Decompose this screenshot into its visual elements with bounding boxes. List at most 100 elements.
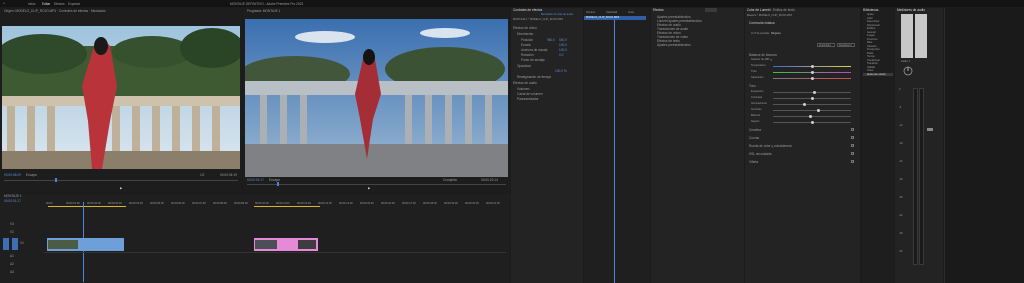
effect-property: Anchura de escala xyxy=(521,48,548,52)
volume-fader[interactable] xyxy=(927,128,933,131)
whites-slider[interactable] xyxy=(773,115,851,118)
reset-button[interactable]: Restablecer xyxy=(837,43,855,47)
effect-section[interactable]: Volumen xyxy=(517,87,529,91)
db-label: -42 xyxy=(899,214,903,217)
lumetri-section[interactable]: Curvas xyxy=(749,136,759,140)
home-icon[interactable]: ⌂ xyxy=(3,1,5,5)
section-enable-checkbox[interactable] xyxy=(851,136,854,139)
effect-section[interactable]: Movimiento xyxy=(517,32,533,36)
pan-knob-icon[interactable] xyxy=(903,66,913,76)
temperature-slider[interactable] xyxy=(773,65,851,68)
lumetri-panel: Color de Lumetri Estilos de texto Maestr… xyxy=(745,8,860,283)
effect-controls-tab[interactable]: Controles de efectos xyxy=(513,8,542,12)
source-quality-select[interactable]: 1/2 xyxy=(200,173,204,177)
project-item-selected[interactable]: MODELO_CLIP_ROJO.MP4 xyxy=(584,16,646,20)
timeline-timecode[interactable]: 00:00:01:17 xyxy=(4,199,21,203)
effect-section[interactable]: Reasignación de tiempo xyxy=(517,75,551,79)
effect-value[interactable]: 960,0 xyxy=(547,38,555,42)
effect-value[interactable]: 540,0 xyxy=(559,38,567,42)
effect-property: Escala xyxy=(521,43,531,47)
tint-label: Tinte xyxy=(751,70,757,73)
track-target-a1[interactable] xyxy=(12,238,18,250)
menu-inicio[interactable]: Inicio xyxy=(28,2,35,6)
section-enable-checkbox[interactable] xyxy=(851,128,854,131)
video-clip[interactable] xyxy=(47,238,124,251)
lumetri-section[interactable]: Viñeta xyxy=(749,160,758,164)
effect-section[interactable]: Canal de volumen xyxy=(517,92,543,96)
program-quality-select[interactable]: Completa xyxy=(443,178,457,182)
program-timecode-in[interactable]: 00:00:01:17 xyxy=(247,178,264,182)
program-monitor-tab[interactable]: Programa: MONTAJE 1 xyxy=(247,9,280,13)
saturation-slider[interactable] xyxy=(773,77,851,80)
auto-button[interactable]: Automático xyxy=(817,43,835,47)
effect-value[interactable]: 100,0 xyxy=(559,43,567,47)
work-area-bar[interactable] xyxy=(254,206,320,207)
exposure-slider[interactable] xyxy=(773,91,851,94)
contrast-slider[interactable] xyxy=(773,97,851,100)
audio-thumbnail xyxy=(915,14,927,58)
section-enable-checkbox[interactable] xyxy=(851,144,854,147)
audio-mixer-tab[interactable]: Mezclador de clips de audio xyxy=(541,13,573,17)
program-timecode-out: 00:00:22:14 xyxy=(481,178,498,182)
ruler-label: 00:00:05:00 xyxy=(150,202,164,205)
input-lut-label: LUT de entrada xyxy=(751,32,769,35)
lumetri-section-basic[interactable]: Corrección básica xyxy=(749,21,775,25)
ruler-label: 00:00:15:00 xyxy=(360,202,374,205)
effect-section[interactable]: Panoramizador xyxy=(517,97,539,101)
source-scrubber[interactable] xyxy=(4,180,238,181)
title-bar: ⌂ Inicio Editar Efectos Exportar MONTAJE… xyxy=(0,0,1024,7)
program-scrubber[interactable] xyxy=(247,184,506,185)
lumetri-section[interactable]: HSL secundaria xyxy=(749,152,772,156)
project-column[interactable]: Nombre xyxy=(586,11,595,15)
program-play-icon[interactable]: ▶ xyxy=(368,186,370,190)
project-column[interactable]: Inicio xyxy=(628,11,634,15)
source-playhead[interactable] xyxy=(55,178,57,182)
clip-thumbnail xyxy=(255,240,277,249)
db-label: -36 xyxy=(899,196,903,199)
db-label: -18 xyxy=(899,142,903,145)
text-styles-tab[interactable]: Estilos de texto xyxy=(773,8,795,12)
highlights-slider[interactable] xyxy=(773,103,851,106)
menu-efectos[interactable]: Efectos xyxy=(54,2,65,6)
lumetri-tab[interactable]: Color de Lumetri xyxy=(747,8,771,12)
menu-exportar[interactable]: Exportar xyxy=(68,2,80,6)
effect-section: Efectos de audio xyxy=(513,81,537,85)
program-playhead[interactable] xyxy=(277,182,279,186)
lumetri-clip-name: Maestro * MODELO_CLIP_ROJO.MP4 xyxy=(747,14,792,17)
section-enable-checkbox[interactable] xyxy=(851,152,854,155)
shadows-slider[interactable] xyxy=(773,109,851,112)
timeline-tab[interactable]: MONTAJE 1 xyxy=(4,194,22,198)
effect-section[interactable]: Opacidad xyxy=(517,64,531,68)
input-lut-select[interactable]: Ninguna xyxy=(771,32,781,36)
lumetri-section[interactable]: Rueda de color y coincidencia xyxy=(749,144,792,148)
tint-slider[interactable] xyxy=(773,71,851,74)
lumetri-section[interactable]: Creativa xyxy=(749,128,761,132)
library-tab[interactable]: Bibliotecas xyxy=(863,8,878,12)
project-column[interactable]: Velocidad xyxy=(606,11,617,15)
timeline-ruler[interactable]: 00:00 00:00:01:00 00:00:02:00 00:00:03:0… xyxy=(44,202,506,208)
blacks-slider[interactable] xyxy=(773,121,851,124)
project-divider xyxy=(614,20,615,283)
source-fit-select[interactable]: Encajar xyxy=(26,173,37,177)
source-timecode-in[interactable]: 00:00:08:09 xyxy=(4,173,21,177)
tone-label: Tono xyxy=(749,84,756,88)
audio-meters-tab[interactable]: Medidores de audio xyxy=(897,8,925,12)
track-target-v1[interactable] xyxy=(3,238,9,250)
db-label: -6 xyxy=(899,106,902,109)
eyedropper-icon[interactable]: ✎ xyxy=(770,58,773,62)
menu-editar[interactable]: Editar xyxy=(42,2,50,6)
effect-value[interactable]: 0,0 xyxy=(559,53,563,57)
library-item-selected[interactable]: Ajuste de Lumetri xyxy=(863,72,893,76)
effect-value[interactable]: 100,0 % xyxy=(555,69,567,73)
temperature-label: Temperatura xyxy=(751,64,766,67)
play-icon[interactable]: ▶ xyxy=(120,186,122,190)
project-panel: Nombre Velocidad Inicio MODELO_CLIP_ROJO… xyxy=(584,8,650,283)
effects-search-input[interactable] xyxy=(705,8,717,12)
work-area-bar[interactable] xyxy=(48,206,126,207)
effect-value[interactable]: 100,0 xyxy=(559,48,567,52)
source-monitor-tab[interactable]: Origen: MODELO_CLIP_ROJO.MP4 · Controles… xyxy=(4,9,106,13)
effects-tab[interactable]: Efectos xyxy=(653,8,664,12)
section-enable-checkbox[interactable] xyxy=(851,160,854,163)
effects-folder-item[interactable]: Ajustes preestablecidos xyxy=(657,43,691,47)
video-clip[interactable] xyxy=(254,238,318,251)
